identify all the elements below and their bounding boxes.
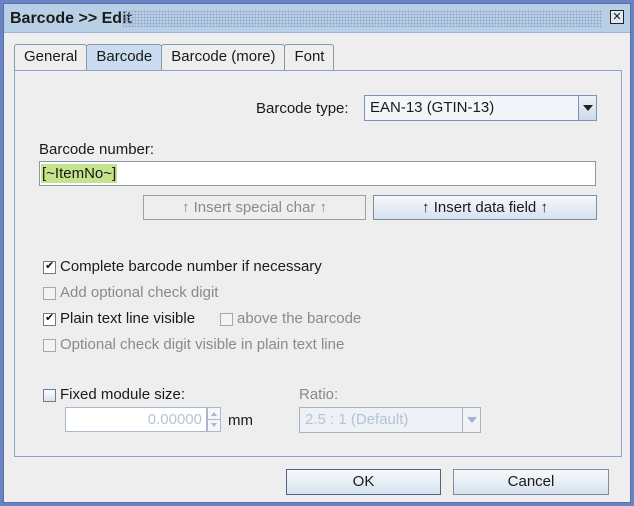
add-check-digit-checkbox[interactable] <box>43 287 56 300</box>
dialog-window: Barcode >> Edit ✕ General Barcode Barcod… <box>3 3 631 503</box>
plain-text-visible-label: Plain text line visible <box>60 310 196 327</box>
spinner-up-icon[interactable] <box>211 412 217 416</box>
complete-number-label: Complete barcode number if necessary <box>60 258 322 275</box>
fixed-module-size-checkbox[interactable] <box>43 389 56 402</box>
plain-text-visible-checkbox[interactable] <box>43 311 56 326</box>
barcode-type-label: Barcode type: <box>256 100 349 117</box>
tab-barcode-more[interactable]: Barcode (more) <box>161 44 286 70</box>
barcode-tab-panel: Barcode type: EAN-13 (GTIN-13) Barcode n… <box>14 70 622 457</box>
module-size-input[interactable]: 0.00000 <box>65 407 207 432</box>
ratio-select[interactable]: 2.5 : 1 (Default) <box>299 407 481 433</box>
barcode-type-select[interactable]: EAN-13 (GTIN-13) <box>364 95 597 121</box>
barcode-number-value: [~ItemNo~] <box>41 164 118 183</box>
module-size-unit: mm <box>228 412 253 429</box>
fixed-module-size-label: Fixed module size: <box>60 386 186 403</box>
ratio-label: Ratio: <box>299 386 339 403</box>
module-size-value: 0.00000 <box>147 411 202 428</box>
chevron-down-icon[interactable] <box>578 96 596 120</box>
insert-special-char-button[interactable]: ↑ Insert special char ↑ <box>143 195 366 220</box>
check-digit-plain-checkbox[interactable] <box>43 339 56 352</box>
chevron-down-icon[interactable] <box>462 408 480 432</box>
above-barcode-checkbox[interactable] <box>220 313 233 326</box>
tab-general[interactable]: General <box>14 44 88 70</box>
title-bar[interactable]: Barcode >> Edit ✕ <box>4 4 630 33</box>
window-title: Barcode >> Edit <box>10 10 132 27</box>
module-size-spinner[interactable] <box>207 407 221 432</box>
above-barcode-label: above the barcode <box>237 310 362 327</box>
barcode-number-input[interactable]: [~ItemNo~] <box>39 161 596 186</box>
ok-button[interactable]: OK <box>286 469 441 495</box>
barcode-number-label: Barcode number: <box>39 141 155 158</box>
barcode-type-value: EAN-13 (GTIN-13) <box>370 99 495 116</box>
close-icon[interactable]: ✕ <box>610 10 624 24</box>
spinner-down-icon[interactable] <box>211 423 217 427</box>
tab-barcode[interactable]: Barcode <box>86 44 163 71</box>
add-check-digit-label: Add optional check digit <box>60 284 219 301</box>
complete-number-checkbox[interactable] <box>43 259 56 274</box>
tab-bar: General Barcode Barcode (more) Font <box>14 44 335 71</box>
cancel-button[interactable]: Cancel <box>453 469 609 495</box>
tab-font[interactable]: Font <box>284 44 335 70</box>
insert-data-field-button[interactable]: ↑ Insert data field ↑ <box>373 195 597 220</box>
ratio-value: 2.5 : 1 (Default) <box>305 411 409 428</box>
title-bar-pattern <box>122 10 602 27</box>
check-digit-plain-label: Optional check digit visible in plain te… <box>60 336 345 353</box>
